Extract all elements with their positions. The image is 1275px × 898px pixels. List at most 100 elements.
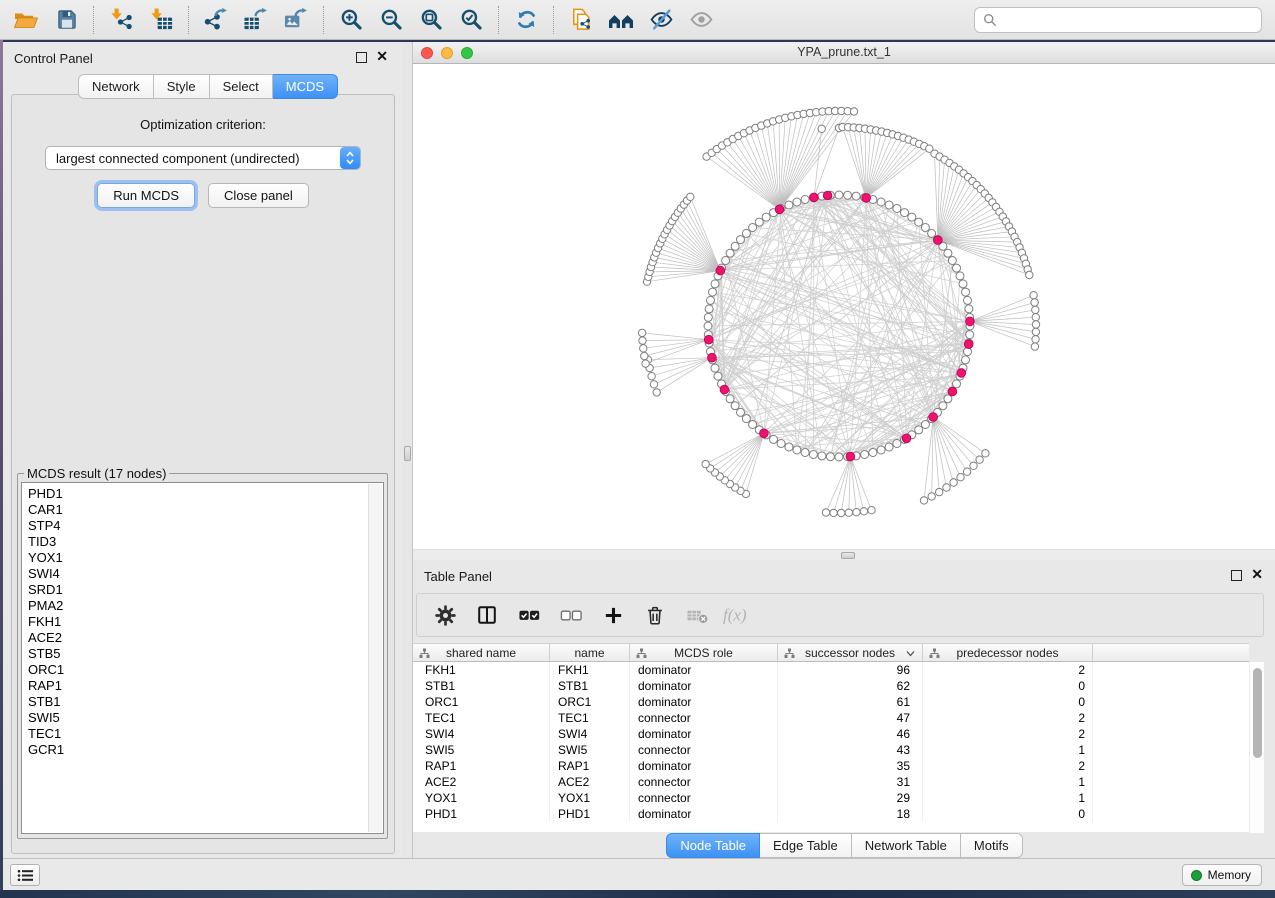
table-row[interactable]: FKH1FKH1dominator962	[413, 662, 1249, 678]
zoom-in-button[interactable]	[331, 3, 371, 37]
network-node[interactable]	[653, 389, 660, 396]
network-graph[interactable]	[413, 64, 1275, 549]
network-node[interactable]	[801, 449, 809, 457]
export-image-button[interactable]	[276, 3, 316, 37]
search-box[interactable]	[974, 7, 1262, 33]
mcds-hub-node[interactable]	[704, 335, 713, 344]
table-tab-edge-table[interactable]: Edge Table	[760, 833, 852, 858]
network-node[interactable]	[709, 288, 717, 296]
network-node[interactable]	[818, 452, 826, 460]
mcds-result-item[interactable]: PMA2	[28, 598, 383, 614]
mcds-hub-node[interactable]	[775, 205, 784, 214]
network-node[interactable]	[687, 193, 694, 200]
mcds-hub-node[interactable]	[720, 385, 729, 394]
table-row[interactable]: YOX1YOX1connector291	[413, 790, 1249, 806]
network-node[interactable]	[731, 242, 739, 250]
network-node[interactable]	[1032, 314, 1039, 321]
network-node[interactable]	[731, 402, 739, 410]
network-node[interactable]	[953, 380, 961, 388]
mcds-hub-node[interactable]	[862, 194, 871, 203]
deselect-all-button[interactable]	[553, 598, 589, 632]
network-node[interactable]	[714, 372, 722, 380]
mcds-result-item[interactable]: STB5	[28, 646, 383, 662]
table-scrollbar[interactable]	[1249, 662, 1264, 833]
mcds-hub-node[interactable]	[902, 434, 911, 443]
network-node[interactable]	[838, 509, 845, 516]
create-column-button[interactable]	[595, 598, 631, 632]
network-node[interactable]	[908, 213, 916, 221]
network-node[interactable]	[641, 352, 648, 359]
network-node[interactable]	[953, 264, 961, 272]
network-node[interactable]	[755, 218, 763, 226]
network-node[interactable]	[722, 257, 730, 265]
close-panel-icon[interactable]: ✕	[1251, 567, 1263, 581]
network-node[interactable]	[1032, 328, 1039, 335]
network-node[interactable]	[711, 280, 719, 288]
table-tab-node-table[interactable]: Node Table	[666, 833, 760, 858]
mcds-hub-node[interactable]	[846, 452, 855, 461]
network-node[interactable]	[964, 296, 972, 304]
network-node[interactable]	[785, 201, 793, 209]
network-node[interactable]	[749, 224, 757, 232]
vertical-split-divider[interactable]	[403, 42, 412, 858]
network-node[interactable]	[835, 191, 843, 199]
mcds-result-item[interactable]: TID3	[28, 534, 383, 550]
network-node[interactable]	[921, 421, 929, 429]
mcds-hub-node[interactable]	[810, 193, 819, 202]
column-header-shared-name[interactable]: shared name	[413, 644, 550, 661]
network-node[interactable]	[959, 280, 967, 288]
network-node[interactable]	[702, 460, 709, 467]
first-neighbors-button[interactable]	[601, 3, 641, 37]
network-node[interactable]	[1030, 292, 1037, 299]
mcds-result-item[interactable]: ACE2	[28, 630, 383, 646]
network-node[interactable]	[801, 196, 809, 204]
open-session-button[interactable]	[6, 3, 46, 37]
network-node[interactable]	[915, 218, 923, 226]
network-node[interactable]	[1032, 321, 1039, 328]
refresh-button[interactable]	[506, 3, 546, 37]
table-row[interactable]: SWI5SWI5connector431	[413, 742, 1249, 758]
network-node[interactable]	[957, 474, 964, 481]
tab-mcds[interactable]: MCDS	[273, 74, 338, 99]
network-node[interactable]	[793, 198, 801, 206]
table-row[interactable]: TEC1TEC1connector472	[413, 710, 1249, 726]
network-node[interactable]	[944, 395, 952, 403]
network-node[interactable]	[920, 497, 927, 504]
memory-button[interactable]: Memory	[1182, 864, 1262, 886]
network-node[interactable]	[726, 249, 734, 257]
mcds-hub-node[interactable]	[964, 340, 973, 349]
column-header-MCDS-role[interactable]: MCDS role	[630, 644, 778, 661]
show-panels-list-button[interactable]	[10, 864, 40, 886]
network-node[interactable]	[962, 288, 970, 296]
tab-select[interactable]: Select	[210, 74, 273, 99]
network-node[interactable]	[705, 305, 713, 313]
network-node[interactable]	[950, 479, 957, 486]
network-node[interactable]	[844, 191, 852, 199]
table-scrollbar-thumb[interactable]	[1253, 668, 1262, 758]
table-tab-network-table[interactable]: Network Table	[852, 833, 961, 858]
delete-columns-button[interactable]	[637, 598, 673, 632]
network-node[interactable]	[826, 453, 834, 461]
network-node[interactable]	[982, 450, 989, 457]
network-node[interactable]	[868, 507, 875, 514]
mcds-result-item[interactable]: SWI4	[28, 566, 383, 582]
network-node[interactable]	[818, 125, 825, 132]
float-panel-icon[interactable]	[356, 52, 367, 63]
network-node[interactable]	[965, 305, 973, 313]
network-node[interactable]	[936, 488, 943, 495]
network-node[interactable]	[830, 509, 837, 516]
mcds-result-item[interactable]: CAR1	[28, 502, 383, 518]
network-node[interactable]	[650, 381, 657, 388]
mcds-hub-node[interactable]	[948, 387, 957, 396]
tab-network[interactable]: Network	[78, 74, 154, 99]
network-node[interactable]	[640, 345, 647, 352]
network-node[interactable]	[885, 443, 893, 451]
mcds-list-scrollbar[interactable]	[368, 484, 382, 832]
table-row[interactable]: SWI4SWI4dominator462	[413, 726, 1249, 742]
network-node[interactable]	[928, 229, 936, 237]
network-node[interactable]	[970, 462, 977, 469]
network-node[interactable]	[1031, 343, 1038, 350]
hide-selected-button[interactable]	[641, 3, 681, 37]
window-minimize-button[interactable]	[441, 47, 453, 59]
network-node[interactable]	[885, 201, 893, 209]
